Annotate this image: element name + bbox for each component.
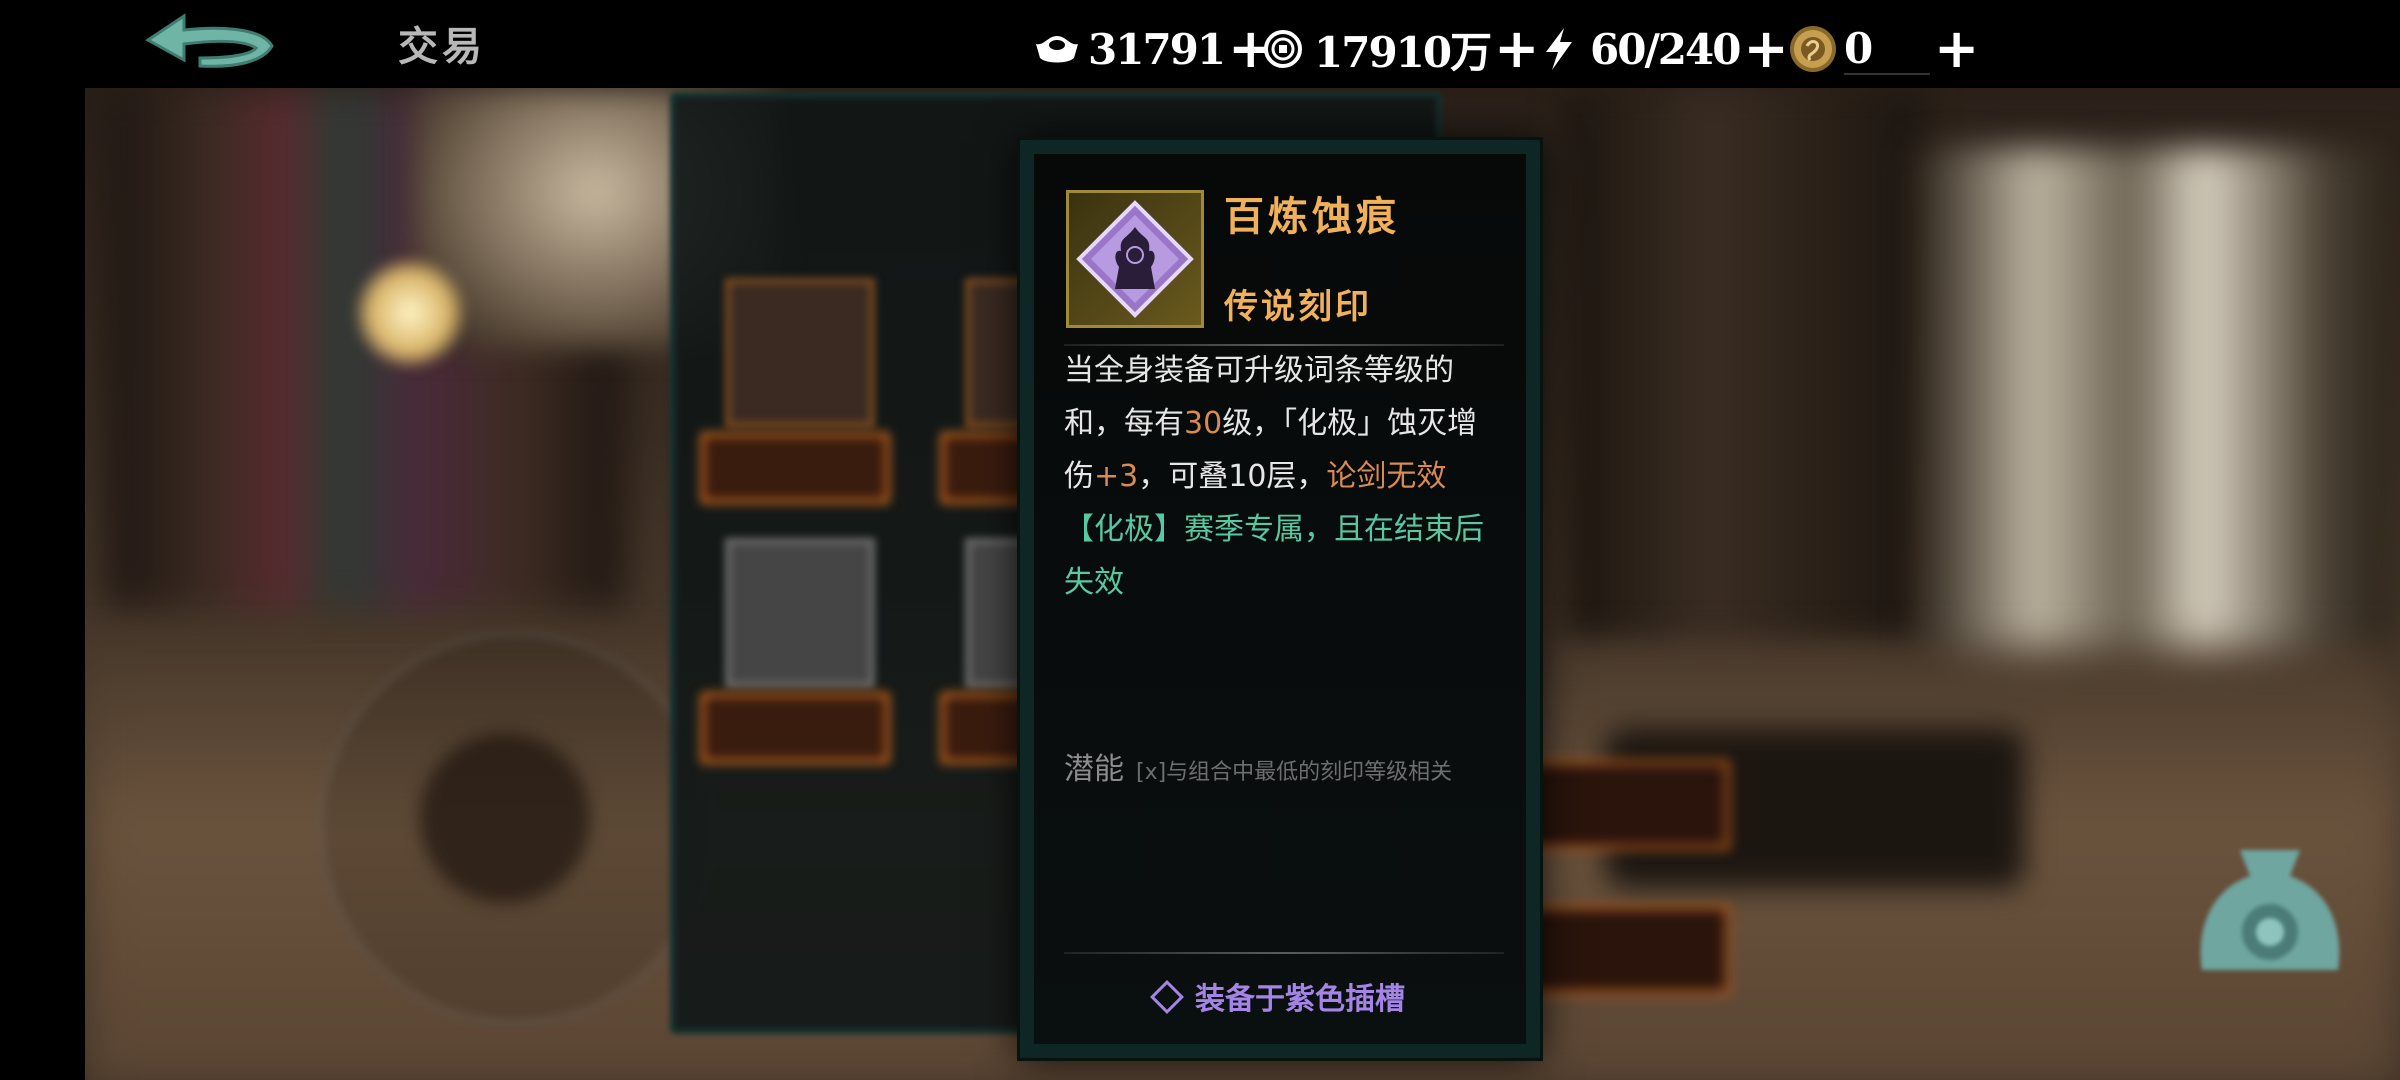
resource-silver: 31791 +	[1032, 20, 1273, 78]
copper-coin-icon	[1258, 24, 1308, 74]
trade-slot[interactable]	[725, 278, 875, 428]
background-lamp	[355, 258, 465, 368]
add-gold-button[interactable]: +	[1934, 22, 1979, 76]
desc-level-number: 30	[1184, 406, 1223, 441]
trade-slot-button[interactable]	[700, 432, 890, 504]
item-name: 百炼蚀痕	[1224, 193, 1400, 240]
item-tooltip: 百炼蚀痕 传说刻印 当全身装备可升级词条等级的和，每有30级，「化极」蚀灭增伤+…	[1020, 140, 1540, 1058]
background-window	[1915, 148, 2395, 708]
silver-ingot-icon	[1032, 24, 1082, 74]
flame-figure-icon	[1076, 200, 1194, 318]
slot-info: 装备于紫色插槽	[1034, 974, 1526, 1018]
side-action-button[interactable]	[1520, 905, 1730, 995]
top-bar: 交易 31791 + 17910万 + 60/240 + 0 +	[0, 0, 2400, 88]
trade-slot-button[interactable]	[700, 692, 890, 764]
bag-button[interactable]	[2190, 840, 2350, 1040]
desc-bonus-number: +3	[1094, 459, 1139, 494]
side-action-button[interactable]	[1520, 760, 1730, 850]
virtual-joystick-knob[interactable]	[420, 733, 590, 903]
desc-season-note: 【化极】赛季专属，且在结束后失效	[1064, 512, 1484, 600]
lightning-stamina-icon	[1534, 24, 1584, 74]
gold-dragon-coin-icon	[1788, 24, 1838, 74]
item-rarity: 传说刻印	[1224, 287, 1372, 327]
item-description: 当全身装备可升级词条等级的和，每有30级，「化极」蚀灭增伤+3，可叠10层，论剑…	[1064, 344, 1504, 609]
potential-row: 潜能 [x]与组合中最低的刻印等级相关	[1064, 744, 1524, 788]
item-icon-frame	[1066, 190, 1204, 328]
background-doorway	[1565, 88, 1925, 648]
diamond-slot-icon	[1150, 980, 1184, 1014]
resource-gold: 0 +	[1788, 20, 1979, 78]
pouch-icon	[2200, 850, 2340, 970]
copper-amount: 17910万	[1314, 27, 1492, 77]
resource-stamina: 60/240 +	[1534, 20, 1789, 78]
silver-amount: 31791	[1088, 24, 1226, 74]
desc-text: ，可叠10层，	[1138, 459, 1327, 494]
gold-amount: 0	[1844, 24, 1930, 75]
add-copper-button[interactable]: +	[1494, 22, 1539, 76]
potential-text: [x]与组合中最低的刻印等级相关	[1136, 760, 1453, 785]
slot-info-text: 装备于紫色插槽	[1195, 982, 1405, 1017]
back-arrow-icon	[145, 13, 274, 68]
stamina-amount: 60/240	[1590, 24, 1741, 74]
trade-slot-empty[interactable]	[725, 538, 875, 688]
resource-copper: 17910万 +	[1258, 20, 1539, 78]
page-title: 交易	[398, 23, 486, 70]
divider	[1064, 952, 1504, 954]
desc-pvp-note: 论剑无效	[1326, 459, 1447, 494]
back-button[interactable]	[140, 10, 280, 80]
potential-label: 潜能	[1064, 752, 1124, 787]
add-stamina-button[interactable]: +	[1743, 22, 1788, 76]
